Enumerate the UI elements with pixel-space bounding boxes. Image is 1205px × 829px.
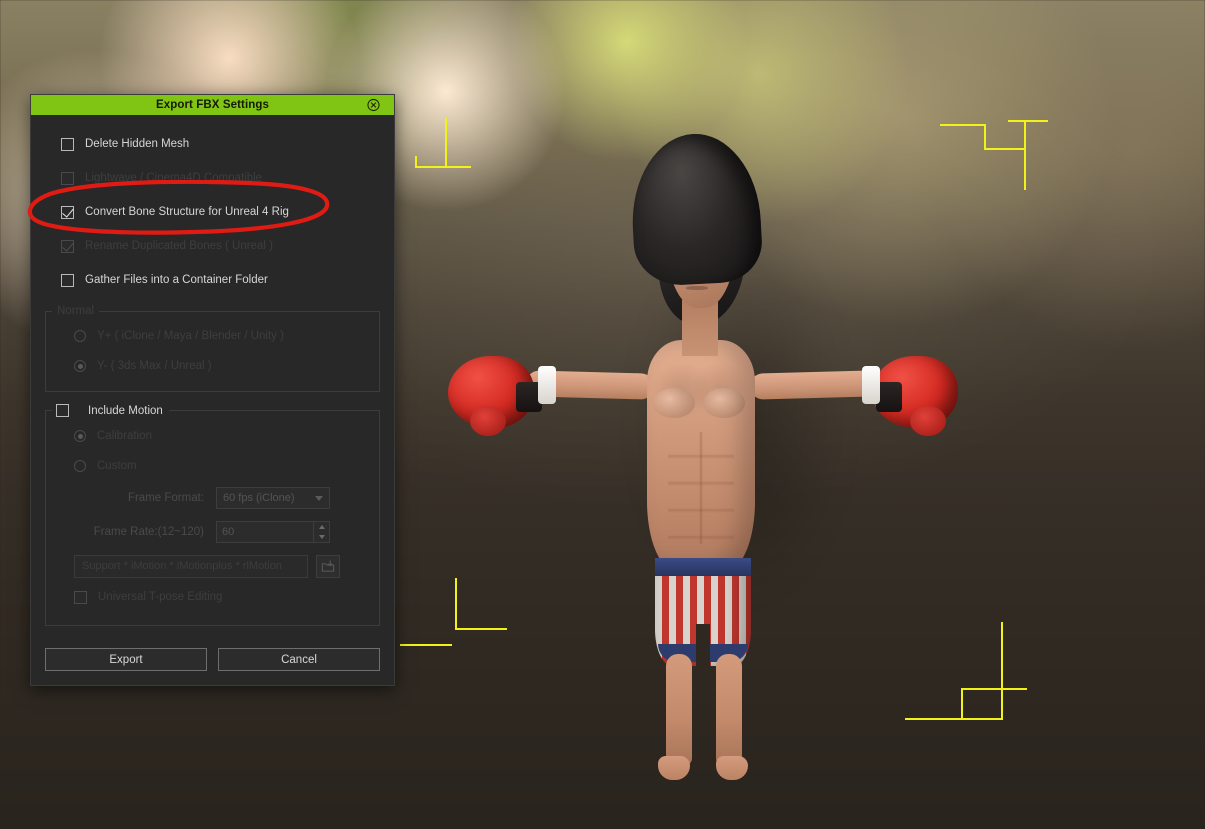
frame-rate-input — [217, 522, 313, 542]
checkbox-rename-duplicated-bones — [61, 239, 74, 253]
gizmo-marker-top-right — [940, 120, 1060, 200]
radio-custom — [74, 460, 86, 472]
label-universal-tpose-editing: Universal T-pose Editing — [98, 591, 223, 603]
include-motion-legend: Include Motion — [52, 404, 169, 417]
pectoral-left — [653, 388, 695, 418]
normal-group: Normal Y+ ( iClone / Maya / Blender / Un… — [45, 305, 380, 392]
screenshot-root: Export FBX Settings Delete Hidden Mesh L… — [0, 0, 1205, 829]
checkbox-lightwave-cinema4d-compatible — [61, 171, 74, 185]
label-calibration: Calibration — [97, 430, 152, 442]
motion-path-row — [46, 549, 379, 583]
frame-rate-spin-arrows — [313, 522, 329, 542]
leg-right — [716, 654, 742, 766]
label-include-motion: Include Motion — [88, 404, 163, 417]
normal-group-legend: Normal — [57, 305, 95, 317]
hair — [628, 130, 764, 288]
shorts-waistband — [655, 558, 751, 576]
dialog-body: Delete Hidden Mesh Lightwave / Cinema4D … — [31, 115, 394, 636]
frame-rate-stepper — [216, 521, 330, 543]
neck — [682, 300, 718, 356]
dialog-title: Export FBX Settings — [155, 99, 270, 111]
include-motion-group: Include Motion Calibration Custom Frame … — [45, 404, 380, 626]
gizmo-marker-bottom-left — [400, 578, 520, 648]
frame-rate-label: Frame Rate:(12~120) — [93, 526, 204, 538]
option-convert-bone-structure[interactable]: Convert Bone Structure for Unreal 4 Rig — [45, 195, 380, 229]
universal-tpose-row: Universal T-pose Editing — [46, 583, 379, 611]
frame-format-select: 60 fps (iClone) — [216, 487, 330, 509]
export-fbx-settings-dialog: Export FBX Settings Delete Hidden Mesh L… — [30, 94, 395, 686]
foot-left — [658, 756, 690, 780]
glove-thumb-right — [910, 406, 946, 436]
glove-cuff-left — [538, 366, 556, 404]
radio-option-y-plus: Y+ ( iClone / Maya / Blender / Unity ) — [46, 321, 379, 351]
chevron-down-icon — [315, 495, 323, 501]
label-convert-bone-structure: Convert Bone Structure for Unreal 4 Rig — [85, 206, 289, 218]
arm-right — [749, 370, 879, 400]
leg-left — [666, 654, 692, 766]
label-gather-files-container-folder: Gather Files into a Container Folder — [85, 274, 268, 286]
radio-option-custom: Custom — [46, 451, 379, 481]
pectoral-right — [703, 388, 745, 418]
shorts-notch — [696, 624, 710, 668]
frame-rate-row: Frame Rate:(12~120) — [46, 515, 379, 549]
caret-up-icon — [314, 522, 329, 532]
abdominal-muscles — [668, 432, 734, 544]
dialog-button-bar: Export Cancel — [31, 636, 394, 685]
caret-down-icon — [314, 532, 329, 542]
frame-format-value: 60 fps (iClone) — [223, 492, 295, 504]
load-folder-icon — [316, 554, 340, 578]
frame-format-label: Frame Format: — [127, 492, 204, 504]
label-lightwave-cinema4d-compatible: Lightwave / Cinema4D Compatible — [85, 172, 263, 184]
checkbox-universal-tpose-editing — [74, 590, 87, 604]
checkbox-gather-files-container-folder[interactable] — [61, 273, 74, 287]
radio-option-y-minus: Y- ( 3ds Max / Unreal ) — [46, 351, 379, 381]
label-y-minus: Y- ( 3ds Max / Unreal ) — [97, 360, 212, 372]
checkbox-include-motion[interactable] — [56, 404, 69, 417]
frame-format-row: Frame Format: 60 fps (iClone) — [46, 481, 379, 515]
label-custom: Custom — [97, 460, 137, 472]
mouth — [686, 286, 708, 290]
foot-right — [716, 756, 748, 780]
radio-y-plus — [74, 330, 86, 342]
label-y-plus: Y+ ( iClone / Maya / Blender / Unity ) — [97, 330, 284, 342]
option-gather-files-container-folder[interactable]: Gather Files into a Container Folder — [45, 263, 380, 297]
dialog-titlebar: Export FBX Settings — [31, 95, 394, 115]
cancel-button[interactable]: Cancel — [218, 648, 380, 671]
radio-option-calibration: Calibration — [46, 421, 379, 451]
label-delete-hidden-mesh: Delete Hidden Mesh — [85, 138, 190, 150]
checkbox-convert-bone-structure[interactable] — [61, 205, 74, 219]
checkbox-delete-hidden-mesh[interactable] — [61, 137, 74, 151]
label-rename-duplicated-bones: Rename Duplicated Bones ( Unreal ) — [85, 240, 273, 252]
gizmo-marker-bottom-right — [905, 622, 1030, 732]
glove-cuff-right — [862, 366, 880, 404]
option-lightwave-cinema4d-compatible: Lightwave / Cinema4D Compatible — [45, 161, 380, 195]
export-button[interactable]: Export — [45, 648, 207, 671]
radio-calibration — [74, 430, 86, 442]
glove-thumb-left — [470, 406, 506, 436]
option-rename-duplicated-bones: Rename Duplicated Bones ( Unreal ) — [45, 229, 380, 263]
motion-path-input — [74, 554, 308, 578]
gizmo-marker-top-left — [415, 118, 475, 178]
close-circle-icon[interactable] — [367, 98, 380, 112]
radio-y-minus — [74, 360, 86, 372]
option-delete-hidden-mesh[interactable]: Delete Hidden Mesh — [45, 127, 380, 161]
